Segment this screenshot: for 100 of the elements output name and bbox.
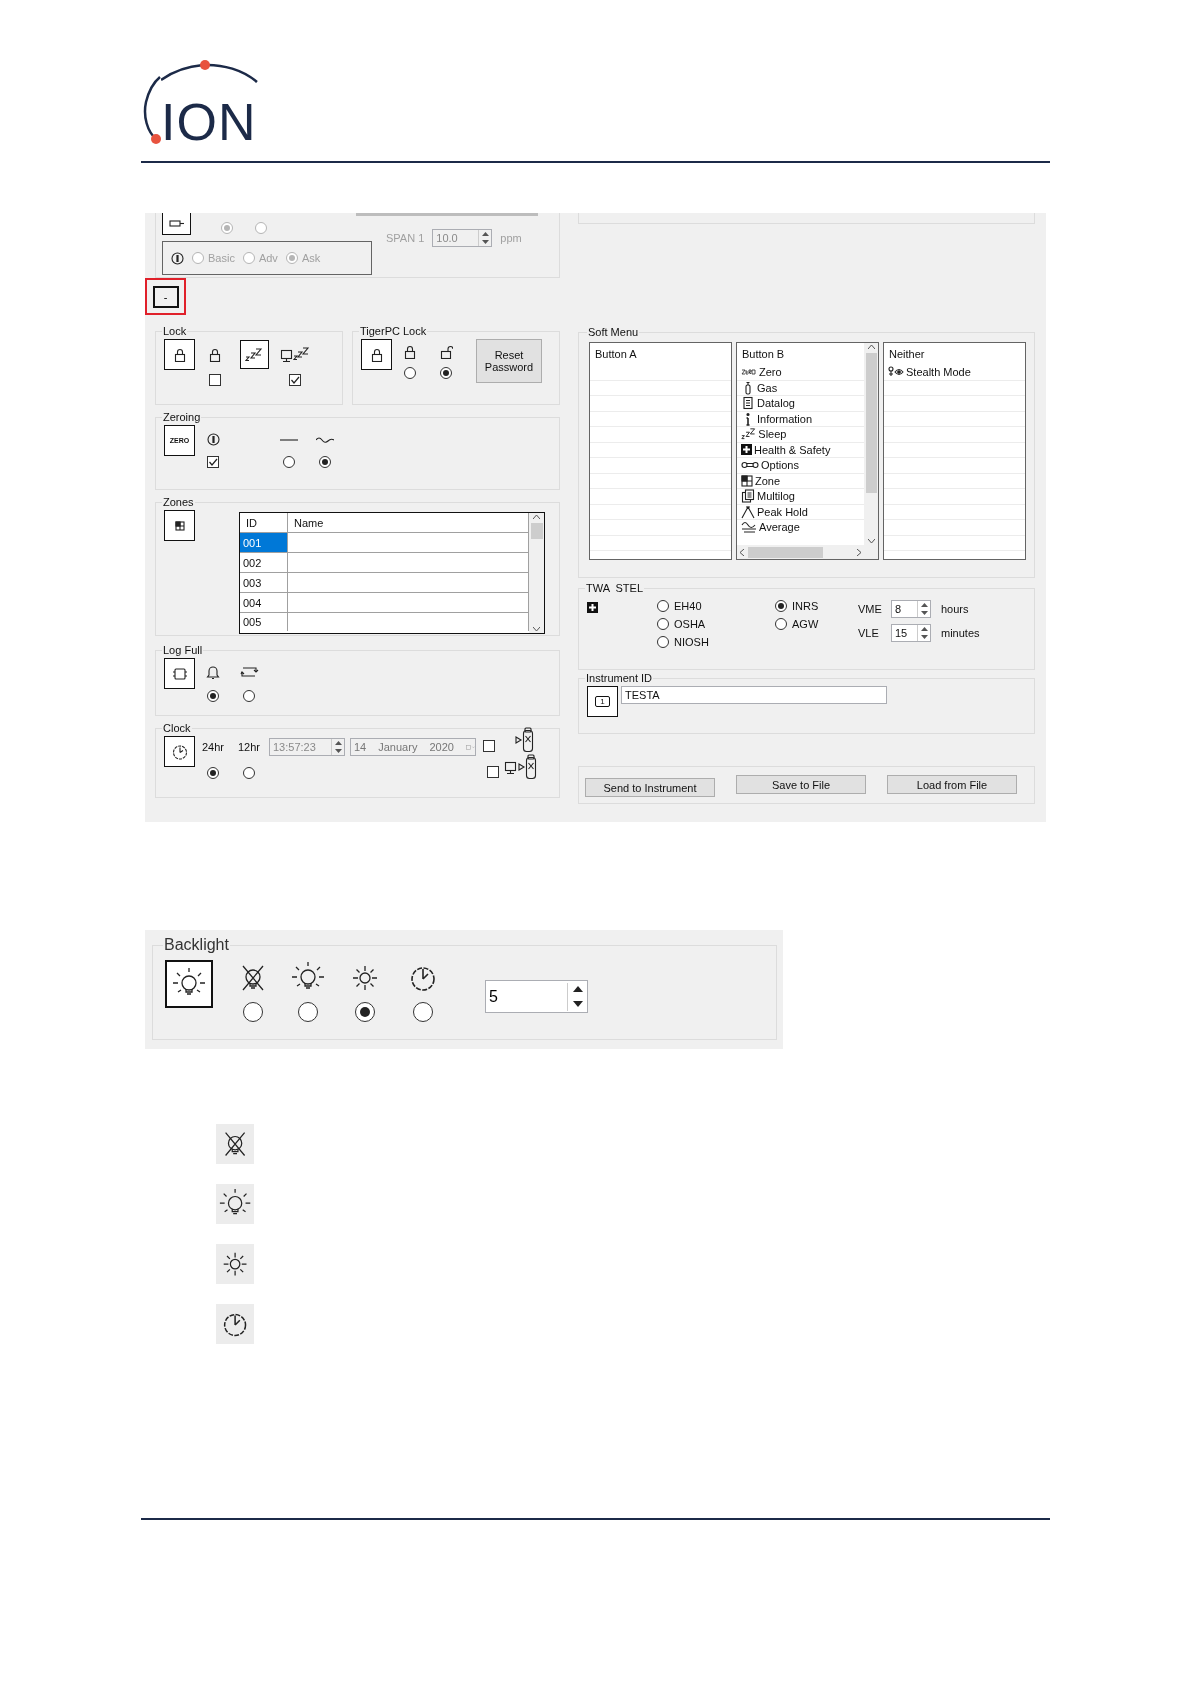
format-label: 12hr xyxy=(238,741,260,753)
checkbox[interactable] xyxy=(209,374,221,386)
id-tag-label: 1 xyxy=(595,696,610,707)
padlock-icon xyxy=(208,347,222,362)
list-item[interactable]: Datalog xyxy=(737,396,864,412)
table-row[interactable]: 002 xyxy=(240,553,529,573)
checkbox[interactable] xyxy=(487,766,499,778)
eye-icon xyxy=(888,366,904,379)
stacked-pages-icon xyxy=(741,489,755,504)
unit-label: hours xyxy=(941,603,969,615)
calendar-dropdown-icon xyxy=(465,742,475,752)
date-month: January xyxy=(378,741,418,753)
radio-button[interactable] xyxy=(775,618,787,630)
radio-button[interactable] xyxy=(440,367,452,379)
radio-button[interactable] xyxy=(192,252,204,264)
radio-button[interactable] xyxy=(255,222,267,234)
reset-password-button[interactable]: Reset Password xyxy=(476,339,542,383)
group-title: TWA STEL xyxy=(585,582,645,594)
text-field[interactable]: TESTA xyxy=(621,686,887,704)
list-header: Neither xyxy=(889,348,925,360)
radio-button[interactable] xyxy=(207,690,219,702)
table-row[interactable]: 001 xyxy=(240,533,529,553)
date-field[interactable]: 14 January 2020 xyxy=(350,738,476,756)
table-row[interactable]: 003 xyxy=(240,573,529,593)
action-button[interactable]: Send to Instrument xyxy=(585,778,715,797)
wave-icon xyxy=(316,435,334,444)
list-item[interactable]: Information xyxy=(737,411,864,427)
table-cell: 005 xyxy=(240,613,288,631)
checkbox[interactable] xyxy=(207,456,219,468)
info-icon xyxy=(171,251,184,265)
padlock-icon xyxy=(369,347,384,362)
radio-button[interactable] xyxy=(242,252,255,264)
number-field[interactable]: 15 xyxy=(891,624,931,642)
zone-grid-icon xyxy=(741,474,753,487)
padlock-icon xyxy=(403,345,417,359)
scroll-thumb xyxy=(530,523,543,539)
radio-button[interactable] xyxy=(775,600,787,612)
option-label: INRS xyxy=(792,600,819,612)
radio-button[interactable] xyxy=(657,636,669,648)
radio-button[interactable] xyxy=(404,367,416,379)
scroll-up-icon xyxy=(867,345,875,349)
radio-button[interactable] xyxy=(657,618,669,630)
memory-chip-icon xyxy=(171,666,188,681)
radio-button[interactable] xyxy=(355,1002,375,1022)
scroll-down-icon xyxy=(533,627,540,631)
radio-button[interactable] xyxy=(242,1002,263,1022)
list-item[interactable]: Average xyxy=(737,520,864,533)
group-title: Soft Menu xyxy=(587,326,640,338)
group-title: Backlight xyxy=(163,936,230,954)
spinner-arrows-icon xyxy=(331,739,344,755)
orbit-left-arc-icon xyxy=(143,76,161,146)
unit-label: ppm xyxy=(500,232,522,244)
list-item[interactable]: Stealth Mode xyxy=(884,365,1025,381)
radio-button[interactable] xyxy=(319,456,331,468)
action-button[interactable]: Load from File xyxy=(887,775,1017,794)
list-item[interactable]: Gas xyxy=(737,380,864,396)
date-year: 2020 xyxy=(429,741,454,753)
checkbox[interactable] xyxy=(483,740,495,752)
document-icon xyxy=(741,396,755,411)
option-label: Adv xyxy=(258,252,278,264)
collapse-button[interactable]: - xyxy=(152,285,179,308)
sleep-icon xyxy=(741,428,757,441)
radio-button[interactable] xyxy=(221,222,233,234)
list-item[interactable]: Multilog xyxy=(737,489,864,505)
radio-button[interactable] xyxy=(297,1002,318,1022)
radio-button[interactable] xyxy=(243,690,255,702)
scroll-left-icon xyxy=(740,548,744,556)
number-field[interactable]: 5 xyxy=(485,980,588,1013)
radio-button[interactable] xyxy=(285,252,298,264)
limit-label: VLE xyxy=(858,627,880,639)
radio-button[interactable] xyxy=(283,456,295,468)
list-item[interactable]: Peak Hold xyxy=(737,504,864,520)
group-title: TigerPC Lock xyxy=(359,325,428,337)
list-item[interactable]: Sleep xyxy=(737,427,864,443)
list-item[interactable]: Zone xyxy=(737,473,864,489)
first-aid-icon xyxy=(587,602,598,613)
list-item[interactable]: Zero xyxy=(737,365,864,381)
loop-arrows-icon xyxy=(239,665,259,679)
table-row[interactable]: 004 xyxy=(240,593,529,613)
zero-mark-icon xyxy=(741,367,757,378)
option-label: NIOSH xyxy=(674,636,709,648)
checkbox[interactable] xyxy=(289,374,301,386)
first-aid-icon xyxy=(741,444,752,456)
logo-text: ION xyxy=(161,101,257,142)
to-instrument-icon xyxy=(515,727,535,753)
list-header: Button A xyxy=(595,348,637,360)
action-button[interactable]: Save to File xyxy=(736,775,866,794)
radio-button[interactable] xyxy=(243,767,255,779)
option-label: OSHA xyxy=(674,618,706,630)
open-padlock-icon xyxy=(439,345,453,359)
list-item[interactable]: Health & Safety xyxy=(737,442,864,458)
padlock-icon xyxy=(172,347,187,362)
scroll-right-icon xyxy=(857,548,861,556)
radio-button[interactable] xyxy=(412,1002,433,1022)
computer-sleep-icon xyxy=(280,346,310,363)
radio-button[interactable] xyxy=(207,767,219,779)
number-field[interactable]: 8 xyxy=(891,600,931,618)
table-row[interactable]: 005 xyxy=(240,613,529,631)
list-item[interactable]: Options xyxy=(737,458,864,474)
radio-button[interactable] xyxy=(657,600,669,612)
